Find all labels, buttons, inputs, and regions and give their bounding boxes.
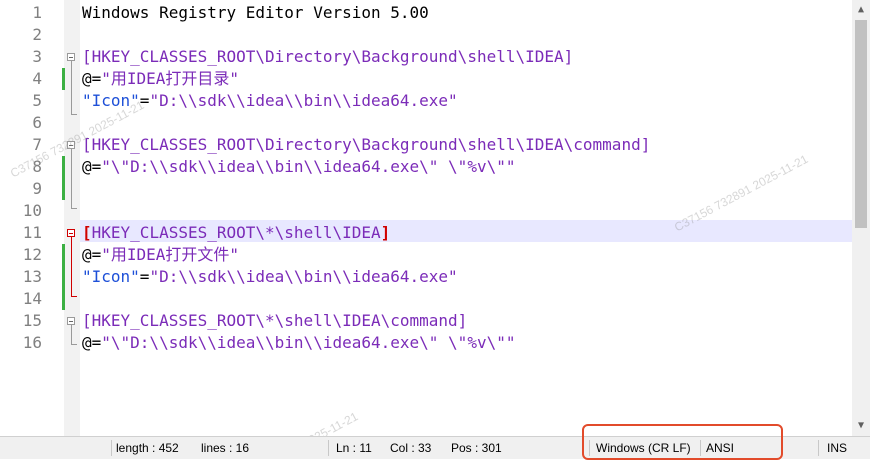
fold-toggle-icon[interactable]	[67, 141, 75, 149]
fold-line	[71, 325, 72, 345]
header-text: Windows Registry Editor Version 5.00	[82, 3, 429, 22]
fold-margin	[64, 0, 80, 436]
line-number: 12	[22, 245, 42, 264]
value-string: "\"D:\\sdk\\idea\\bin\\idea64.exe\" \"%v…	[101, 157, 516, 176]
editor-pane[interactable]: 1 2 3 4 5 6 7 8 9 10 11 12 13 14 15 16 W…	[0, 0, 852, 436]
change-marker	[62, 244, 65, 310]
line-number: 8	[32, 157, 42, 176]
value-name: "Icon"	[82, 91, 140, 110]
line-number: 2	[32, 25, 42, 44]
fold-end	[71, 114, 77, 115]
status-line-number: Ln : 11	[336, 441, 372, 455]
registry-key: [HKEY_CLASSES_ROOT\Directory\Background\…	[82, 135, 651, 154]
vertical-scrollbar[interactable]: ▲ ▼	[852, 0, 870, 436]
status-length: length : 452	[116, 441, 179, 455]
scroll-up-arrow-icon[interactable]: ▲	[852, 1, 870, 19]
default-value-key: @=	[82, 157, 102, 176]
fold-toggle-icon[interactable]	[67, 53, 75, 61]
value-string: "\"D:\\sdk\\idea\\bin\\idea64.exe\" \"%v…	[101, 333, 516, 352]
code-line-1: Windows Registry Editor Version 5.00	[82, 2, 429, 24]
fold-end	[71, 208, 77, 209]
line-number: 5	[32, 91, 42, 110]
line-number: 3	[32, 47, 42, 66]
line-number: 13	[22, 267, 42, 286]
code-line-11: [HKEY_CLASSES_ROOT\*\shell\IDEA]	[82, 222, 390, 244]
fold-end	[71, 296, 77, 297]
annotation-highlight-box	[582, 424, 783, 460]
code-line-5: "Icon"="D:\\sdk\\idea\\bin\\idea64.exe"	[82, 90, 458, 112]
code-line-4: @="用IDEA打开目录"	[82, 68, 239, 90]
registry-key: [HKEY_CLASSES_ROOT\*\shell\IDEA\command]	[82, 311, 468, 330]
line-number-gutter: 1 2 3 4 5 6 7 8 9 10 11 12 13 14 15 16	[0, 0, 64, 436]
line-number: 10	[22, 201, 42, 220]
registry-key: [HKEY_CLASSES_ROOT\Directory\Background\…	[82, 47, 574, 66]
line-number: 11	[22, 223, 42, 242]
fold-line	[71, 149, 72, 209]
code-area[interactable]: Windows Registry Editor Version 5.00 [HK…	[80, 0, 852, 436]
value-string: "用IDEA打开文件"	[101, 245, 240, 264]
line-number: 1	[32, 3, 42, 22]
default-value-key: @=	[82, 245, 102, 264]
change-marker	[62, 68, 65, 90]
status-separator	[818, 440, 819, 456]
line-number: 15	[22, 311, 42, 330]
status-insert-mode[interactable]: INS	[827, 437, 847, 459]
fold-toggle-icon[interactable]	[67, 317, 75, 325]
fold-toggle-icon[interactable]	[67, 229, 75, 237]
bracket-close: ]	[380, 223, 391, 242]
code-line-8: @="\"D:\\sdk\\idea\\bin\\idea64.exe\" \"…	[82, 156, 515, 178]
code-line-12: @="用IDEA打开文件"	[82, 244, 239, 266]
value-string: "用IDEA打开目录"	[101, 69, 240, 88]
scrollbar-thumb[interactable]	[855, 20, 867, 228]
registry-key: HKEY_CLASSES_ROOT\*\shell\IDEA	[91, 223, 381, 242]
equals-sign: =	[139, 91, 150, 110]
fold-end	[71, 344, 77, 345]
equals-sign: =	[139, 267, 150, 286]
code-line-13: "Icon"="D:\\sdk\\idea\\bin\\idea64.exe"	[82, 266, 458, 288]
value-string: "D:\\sdk\\idea\\bin\\idea64.exe"	[149, 91, 458, 110]
code-line-7: [HKEY_CLASSES_ROOT\Directory\Background\…	[82, 134, 650, 156]
fold-line	[71, 237, 72, 297]
code-line-3: [HKEY_CLASSES_ROOT\Directory\Background\…	[82, 46, 573, 68]
line-number: 16	[22, 333, 42, 352]
value-name: "Icon"	[82, 267, 140, 286]
status-lines: lines : 16	[201, 441, 250, 455]
line-number: 6	[32, 113, 42, 132]
change-marker	[62, 156, 65, 200]
value-string: "D:\\sdk\\idea\\bin\\idea64.exe"	[149, 267, 458, 286]
status-position: Pos : 301	[451, 441, 502, 455]
line-number: 7	[32, 135, 42, 154]
scroll-down-arrow-icon[interactable]: ▼	[852, 417, 870, 435]
line-number: 14	[22, 289, 42, 308]
default-value-key: @=	[82, 333, 102, 352]
status-column: Col : 33	[390, 441, 432, 455]
fold-line	[71, 61, 72, 115]
bracket-open: [	[82, 223, 92, 242]
default-value-key: @=	[82, 69, 102, 88]
status-separator	[111, 440, 112, 456]
code-line-15: [HKEY_CLASSES_ROOT\*\shell\IDEA\command]	[82, 310, 467, 332]
line-number: 9	[32, 179, 42, 198]
line-number: 4	[32, 69, 42, 88]
status-separator	[328, 440, 329, 456]
code-line-16: @="\"D:\\sdk\\idea\\bin\\idea64.exe\" \"…	[82, 332, 515, 354]
